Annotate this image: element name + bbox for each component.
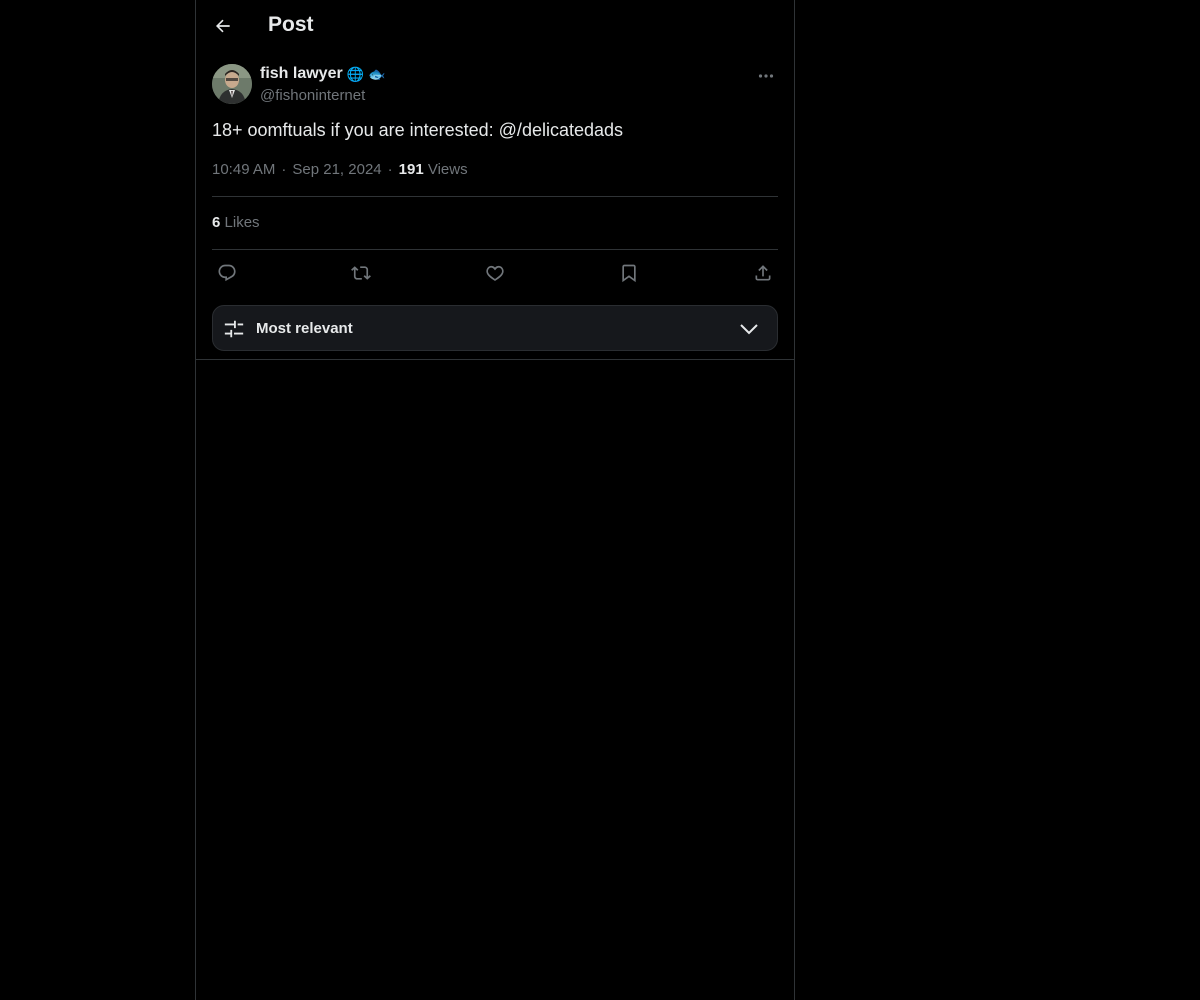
likes-summary[interactable]: 6 Likes: [212, 214, 260, 231]
post-meta: 10:49 AM · Sep 21, 2024 · 191 Views: [212, 161, 468, 178]
author-display-name[interactable]: fish lawyer: [260, 65, 343, 83]
more-horizontal-icon: [758, 74, 774, 78]
globe-emoji-icon: 🌐: [346, 66, 365, 82]
sliders-icon: [224, 320, 244, 338]
post-time[interactable]: 10:49 AM: [212, 161, 275, 178]
divider: [196, 359, 794, 360]
reply-sort-dropdown[interactable]: Most relevant: [212, 305, 778, 351]
views-count: 191: [398, 161, 424, 178]
post-author: fish lawyer 🌐 🐟 @fishoninternet: [212, 64, 778, 108]
more-options-button[interactable]: [754, 66, 778, 86]
reply-button[interactable]: [212, 260, 242, 286]
share-button[interactable]: [748, 260, 778, 286]
reply-icon: [218, 264, 236, 282]
likes-label: Likes: [224, 214, 260, 231]
fish-emoji-icon: 🐟: [368, 66, 386, 82]
chevron-down-icon: [740, 324, 758, 335]
bookmark-icon: [622, 264, 636, 283]
back-button[interactable]: [208, 11, 238, 41]
author-name-row: fish lawyer 🌐 🐟: [260, 65, 386, 83]
share-icon: [755, 265, 771, 281]
repost-icon: [351, 266, 371, 280]
top-bar: Post: [196, 0, 794, 54]
page-title: Post: [268, 13, 314, 36]
like-button[interactable]: [480, 260, 510, 286]
likes-count: 6: [212, 214, 221, 231]
sort-label: Most relevant: [256, 320, 353, 337]
bookmark-button[interactable]: [614, 260, 644, 286]
author-handle[interactable]: @fishoninternet: [260, 87, 365, 104]
post-date[interactable]: Sep 21, 2024: [292, 161, 381, 178]
repost-button[interactable]: [346, 260, 376, 286]
post-text: 18+ oomftuals if you are interested: @/d…: [212, 120, 624, 140]
avatar[interactable]: [212, 64, 252, 104]
main-column: Post fish lawyer 🌐 🐟 @fishoninternet 18+…: [195, 0, 795, 1000]
meta-separator: ·: [281, 161, 287, 178]
divider: [212, 249, 778, 250]
action-bar: [212, 260, 778, 286]
divider: [212, 196, 778, 197]
arrow-left-icon: [216, 19, 230, 33]
meta-separator: ·: [387, 161, 393, 178]
views-label: Views: [427, 161, 468, 178]
heart-icon: [486, 265, 504, 281]
